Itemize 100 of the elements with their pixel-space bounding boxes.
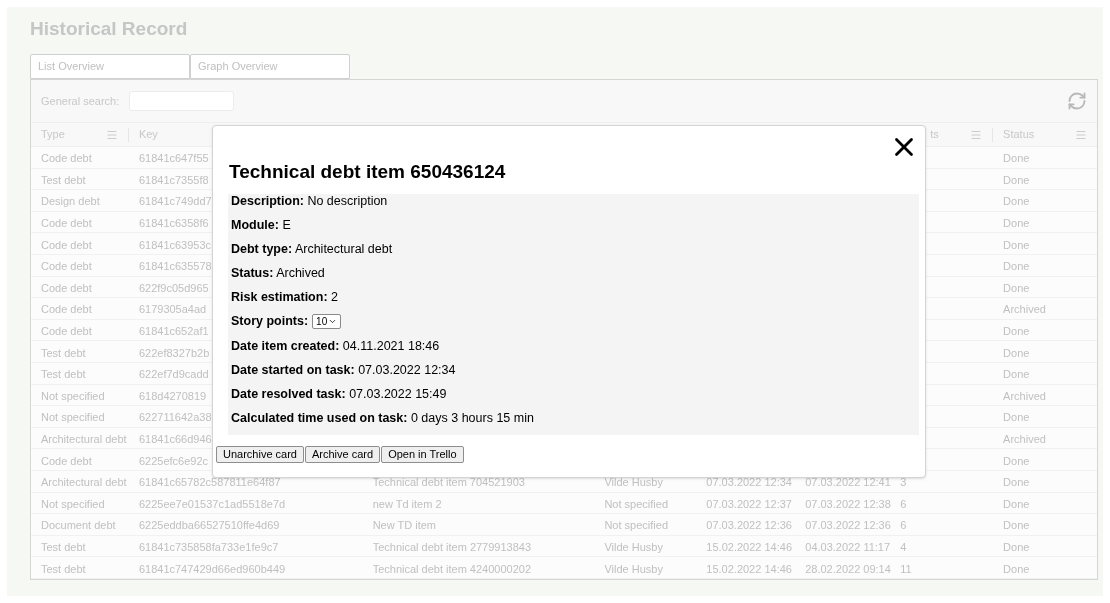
table-cell: Technical debt item 4240000202: [372, 562, 532, 575]
detail-line: Description: No description: [231, 194, 388, 209]
table-cell: 07.03.2022 12:34: [706, 476, 792, 489]
table-cell: Code debt: [41, 152, 92, 165]
table-cell: Vilde Husby: [604, 476, 663, 489]
table-cell: Done: [1003, 281, 1030, 294]
table-cell: 618d4270819: [138, 389, 207, 402]
table-cell: Done: [1003, 476, 1030, 489]
table-cell: 61841c66d946: [138, 433, 212, 445]
table-cell: 15.02.2022 14:46: [706, 541, 792, 553]
table-cell: 622f9c05d965: [138, 281, 209, 294]
action-button[interactable]: Archive card: [305, 446, 381, 463]
table-cell: 07.03.2022 12:41: [805, 476, 891, 489]
table-cell: 07.03.2022 12:36: [805, 519, 891, 532]
table-cell: 61841c735858fa733e1fe9c7: [138, 541, 279, 553]
table-cell: 6225ee7e01537c1ad5518e7d: [138, 497, 286, 510]
table-cell: 61841c747429d66ed960b449: [138, 562, 286, 575]
column-menu-icon[interactable]: [970, 128, 983, 141]
table-cell: Test debt: [41, 173, 86, 186]
detail-line: Date item created: 04.11.2021 18:46: [231, 338, 440, 354]
table-cell: 6179305a4ad: [138, 303, 207, 316]
refresh-icon[interactable]: [1067, 91, 1087, 111]
table-cell: Architectural debt: [41, 433, 127, 445]
table-cell: Not specified: [41, 389, 105, 402]
table-cell: 6: [900, 497, 907, 510]
table-cell: 3: [900, 476, 907, 489]
detail-line: Calculated time used on task: 0 days 3 hours 15 min: [231, 410, 534, 426]
detail-line: Date started on task: 07.03.2022 12:34: [231, 362, 456, 378]
table-cell: Test debt: [41, 346, 86, 359]
action-button[interactable]: Unarchive card: [216, 446, 304, 463]
table-cell: Done: [1003, 173, 1030, 186]
table-cell: Document debt: [41, 519, 116, 532]
table-cell: Done: [1003, 368, 1030, 381]
table-cell: 15.02.2022 14:46: [706, 562, 792, 575]
table-cell: Vilde Husby: [604, 562, 663, 575]
table-cell: Test debt: [41, 541, 86, 553]
story-points-select[interactable]: 10: [312, 314, 342, 330]
tab[interactable]: List Overview: [30, 54, 190, 79]
detail-label: Story points:: [231, 314, 309, 330]
table-cell: Done: [1003, 454, 1030, 467]
table-cell: Code debt: [41, 217, 92, 230]
detail-line: Date resolved task: 07.03.2022 15:49: [231, 386, 447, 402]
table-cell: 11: [900, 562, 912, 575]
table-cell: 61841c63953c: [138, 238, 212, 251]
table-cell: Not specified: [41, 497, 105, 510]
detail-line: Module: E: [231, 218, 291, 234]
table-cell: 61841c749dd7: [138, 195, 212, 208]
table-cell: 4: [900, 541, 907, 553]
table-cell: 6225eddba66527510ffe4d69: [138, 519, 280, 532]
table-cell: 07.03.2022 12:38: [805, 497, 891, 510]
table-cell: Code debt: [41, 325, 92, 338]
tab[interactable]: Graph Overview: [190, 54, 350, 79]
table-cell: Archived: [1003, 303, 1046, 316]
table-cell: Code debt: [41, 281, 92, 294]
dialog-title: Technical debt item 650436124: [229, 160, 506, 184]
table-cell: Done: [1003, 195, 1030, 208]
table-cell: Not specified: [604, 497, 668, 510]
table-cell: 28.02.2022 09:14: [805, 562, 891, 575]
table-cell: Done: [1003, 152, 1030, 165]
detail-line: Debt type: Architectural debt: [231, 242, 393, 258]
table-cell: Done: [1003, 541, 1030, 553]
table-cell: Vilde Husby: [604, 541, 663, 553]
table-cell: Done: [1003, 497, 1030, 510]
table-cell: Not specified: [41, 411, 105, 424]
table-cell: Code debt: [41, 260, 92, 273]
table-cell: New TD item: [372, 519, 437, 532]
table-cell: Done: [1003, 562, 1030, 575]
table-cell: Not specified: [604, 519, 668, 532]
table-cell: 61841c6358f6: [138, 217, 209, 230]
column-menu-icon[interactable]: [1075, 128, 1087, 141]
table-cell: Done: [1003, 238, 1030, 251]
table-cell: 622ef7d9cadd: [138, 368, 209, 381]
table-cell: Design debt: [41, 195, 100, 208]
table-cell: Done: [1003, 519, 1030, 532]
table-cell: 6225efc6e92c: [138, 454, 209, 467]
detail-line: Status: Archived: [231, 266, 325, 282]
table-cell: Code debt: [41, 238, 92, 251]
table-cell: Test debt: [41, 368, 86, 381]
table-cell: Done: [1003, 260, 1030, 273]
table-cell: Done: [1003, 411, 1030, 424]
action-button[interactable]: Open in Trello: [381, 446, 464, 463]
table-cell: Done: [1003, 217, 1030, 230]
detail-line: Risk estimation: 2: [231, 290, 338, 306]
table-cell: 6: [900, 519, 907, 532]
table-cell: Archived: [1003, 389, 1046, 402]
table-cell: new Td item 2: [372, 497, 442, 510]
table-cell: Archived: [1003, 433, 1046, 445]
table-cell: 61841c647f55: [138, 152, 209, 165]
table-cell: Done: [1003, 346, 1030, 359]
table-cell: Code debt: [41, 303, 92, 316]
table-cell: 622ef8327b2b: [138, 346, 210, 359]
table-cell: Code debt: [41, 454, 92, 467]
table-cell: Architectural debt: [41, 476, 127, 489]
table-cell: 61841c652af1: [138, 325, 209, 338]
column-menu-icon[interactable]: [105, 128, 118, 141]
table-cell: 07.03.2022 12:37: [706, 497, 792, 510]
table-cell: Technical debt item 704521903: [372, 476, 525, 489]
table-cell: 622711642a38: [138, 411, 212, 424]
table-cell: Technical debt item 2779913843: [372, 541, 532, 553]
table-cell: 04.03.2022 11:17: [805, 541, 891, 553]
